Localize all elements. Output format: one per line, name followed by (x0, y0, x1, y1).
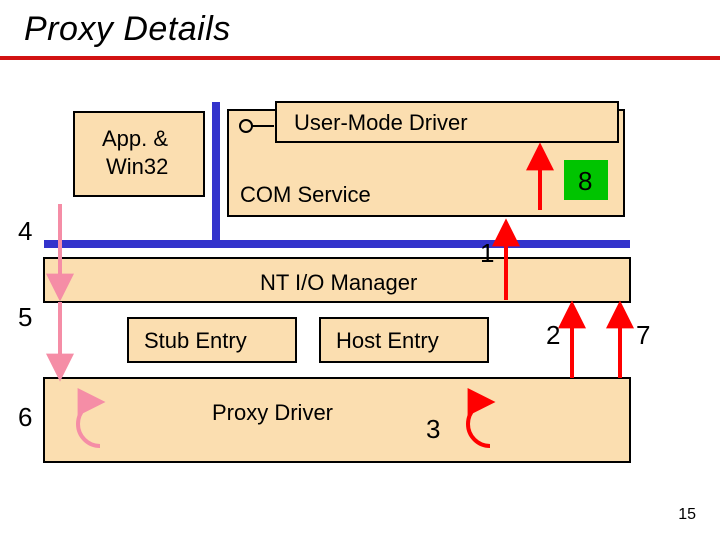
app-label-line2: Win32 (106, 154, 168, 179)
user-mode-driver-label: User-Mode Driver (294, 110, 468, 135)
marker-8: 8 (578, 166, 592, 196)
stub-entry-label: Stub Entry (144, 328, 247, 353)
marker-4: 4 (18, 216, 32, 246)
host-entry-label: Host Entry (336, 328, 439, 353)
io-manager-label: NT I/O Manager (260, 270, 417, 295)
proxy-driver-label: Proxy Driver (212, 400, 333, 425)
marker-3: 3 (426, 414, 440, 444)
proxy-driver-box (44, 378, 630, 462)
marker-5: 5 (18, 302, 32, 332)
marker-1: 1 (480, 238, 494, 268)
blue-vertical-bar (212, 102, 220, 246)
com-service-label: COM Service (240, 182, 371, 207)
marker-6: 6 (18, 402, 32, 432)
marker-7: 7 (636, 320, 650, 350)
app-label-line1: App. & (102, 126, 168, 151)
marker-2: 2 (546, 320, 560, 350)
blue-horizontal-bar (44, 240, 630, 248)
slide-number: 15 (678, 506, 696, 524)
connector-dot-icon (240, 120, 252, 132)
proxy-diagram: User-Mode Driver COM Service 8 App. & Wi… (0, 0, 720, 540)
